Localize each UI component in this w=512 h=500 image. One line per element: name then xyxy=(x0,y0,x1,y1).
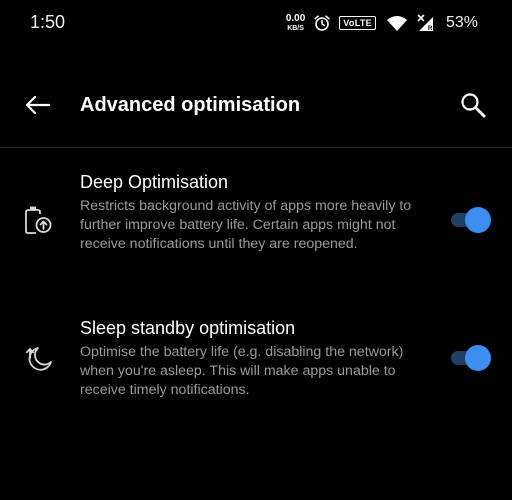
svg-text:R: R xyxy=(428,26,433,32)
back-button[interactable] xyxy=(20,90,54,120)
moon-sleep-icon xyxy=(22,342,56,376)
sleep-standby-title: Sleep standby optimisation xyxy=(80,318,296,338)
back-arrow-icon xyxy=(25,95,50,115)
deep-optimisation-description: Restricts background activity of apps mo… xyxy=(80,198,412,252)
status-icons: 0.00 KB/S VoLTE R 53% xyxy=(286,9,478,37)
network-speed-value: 0.00 xyxy=(285,13,306,24)
status-time: 1:50 xyxy=(30,12,66,32)
status-bar: 1:50 0.00 KB/S VoLTE R 53% xyxy=(0,0,512,46)
battery-upload-icon xyxy=(22,204,54,236)
toolbar-divider xyxy=(0,147,512,148)
cellular-signal-icon: R xyxy=(416,13,436,33)
sleep-standby-toggle[interactable] xyxy=(449,345,493,371)
sleep-standby-text: Sleep standby optimisation Optimise the … xyxy=(80,316,425,400)
toggle-thumb xyxy=(465,345,491,371)
deep-optimisation-setting[interactable]: Deep Optimisation Restricts background a… xyxy=(0,168,512,286)
deep-optimisation-text: Deep Optimisation Restricts background a… xyxy=(80,170,425,254)
page-title: Advanced optimisation xyxy=(80,94,301,116)
alarm-icon xyxy=(313,14,331,32)
volte-badge: VoLTE xyxy=(339,16,376,30)
top-app-bar: Advanced optimisation xyxy=(0,78,512,134)
sleep-standby-optimisation-setting[interactable]: Sleep standby optimisation Optimise the … xyxy=(0,314,512,414)
deep-optimisation-title: Deep Optimisation xyxy=(80,172,229,192)
network-speed-unit: KB/S xyxy=(287,25,304,32)
wifi-icon xyxy=(386,15,408,32)
search-button[interactable] xyxy=(456,88,490,122)
sleep-standby-description: Optimise the battery life (e.g. disablin… xyxy=(80,344,404,398)
battery-percent: 53% xyxy=(445,14,478,31)
deep-optimisation-toggle[interactable] xyxy=(449,207,493,233)
toggle-thumb xyxy=(465,207,491,233)
network-speed: 0.00 KB/S xyxy=(285,13,306,33)
search-icon xyxy=(461,93,486,118)
